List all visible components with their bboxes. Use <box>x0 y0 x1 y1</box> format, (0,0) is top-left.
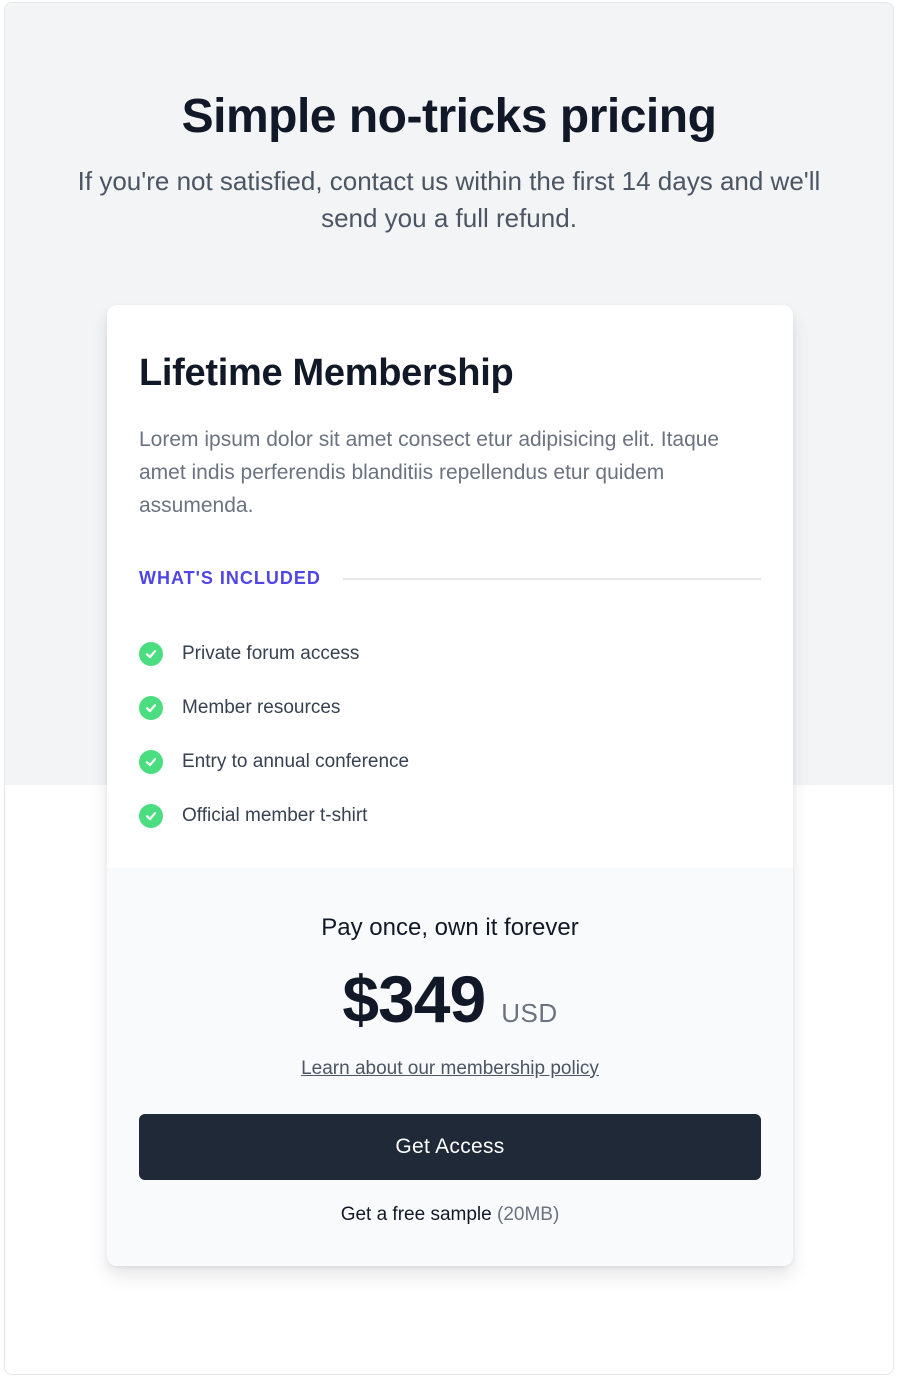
price-row: $349 USD <box>139 964 761 1034</box>
price-tagline: Pay once, own it forever <box>321 914 579 941</box>
feature-label: Private forum access <box>182 643 360 664</box>
free-sample-link[interactable]: Get a free sample <box>341 1204 492 1225</box>
pricing-header: Simple no-tricks pricing If you're not s… <box>5 87 893 237</box>
feature-label: Member resources <box>182 697 341 718</box>
pricing-card: Lifetime Membership Lorem ipsum dolor si… <box>107 305 793 1266</box>
feature-item: Entry to annual conference <box>139 735 761 789</box>
price-currency: USD <box>501 998 558 1028</box>
feature-list: Private forum access Member resources En… <box>139 627 761 843</box>
check-circle-icon <box>139 750 163 774</box>
plan-title: Lifetime Membership <box>139 352 514 394</box>
pricing-section: Simple no-tricks pricing If you're not s… <box>4 2 894 1375</box>
page-title: Simple no-tricks pricing <box>181 90 717 143</box>
feature-item: Official member t-shirt <box>139 789 761 843</box>
sample-size: (20MB) <box>497 1204 560 1225</box>
included-heading: WHAT'S INCLUDED <box>139 568 761 589</box>
page-subtitle: If you're not satisfied, contact us with… <box>77 166 821 233</box>
purchase-panel: Pay once, own it forever $349 USD Learn … <box>107 868 793 1266</box>
plan-details: Lifetime Membership Lorem ipsum dolor si… <box>107 305 793 868</box>
membership-policy-link[interactable]: Learn about our membership policy <box>301 1058 599 1080</box>
divider <box>342 577 761 580</box>
free-sample-row: Get a free sample (20MB) <box>139 1204 761 1226</box>
plan-description: Lorem ipsum dolor sit amet consect etur … <box>139 428 720 517</box>
feature-item: Private forum access <box>139 627 761 681</box>
check-circle-icon <box>139 642 163 666</box>
feature-item: Member resources <box>139 681 761 735</box>
price-amount: $349 <box>342 962 486 1036</box>
check-circle-icon <box>139 804 163 828</box>
get-access-button[interactable]: Get Access <box>139 1114 761 1180</box>
included-label: WHAT'S INCLUDED <box>139 568 321 588</box>
feature-label: Official member t-shirt <box>182 805 368 826</box>
check-circle-icon <box>139 696 163 720</box>
feature-label: Entry to annual conference <box>182 751 410 772</box>
